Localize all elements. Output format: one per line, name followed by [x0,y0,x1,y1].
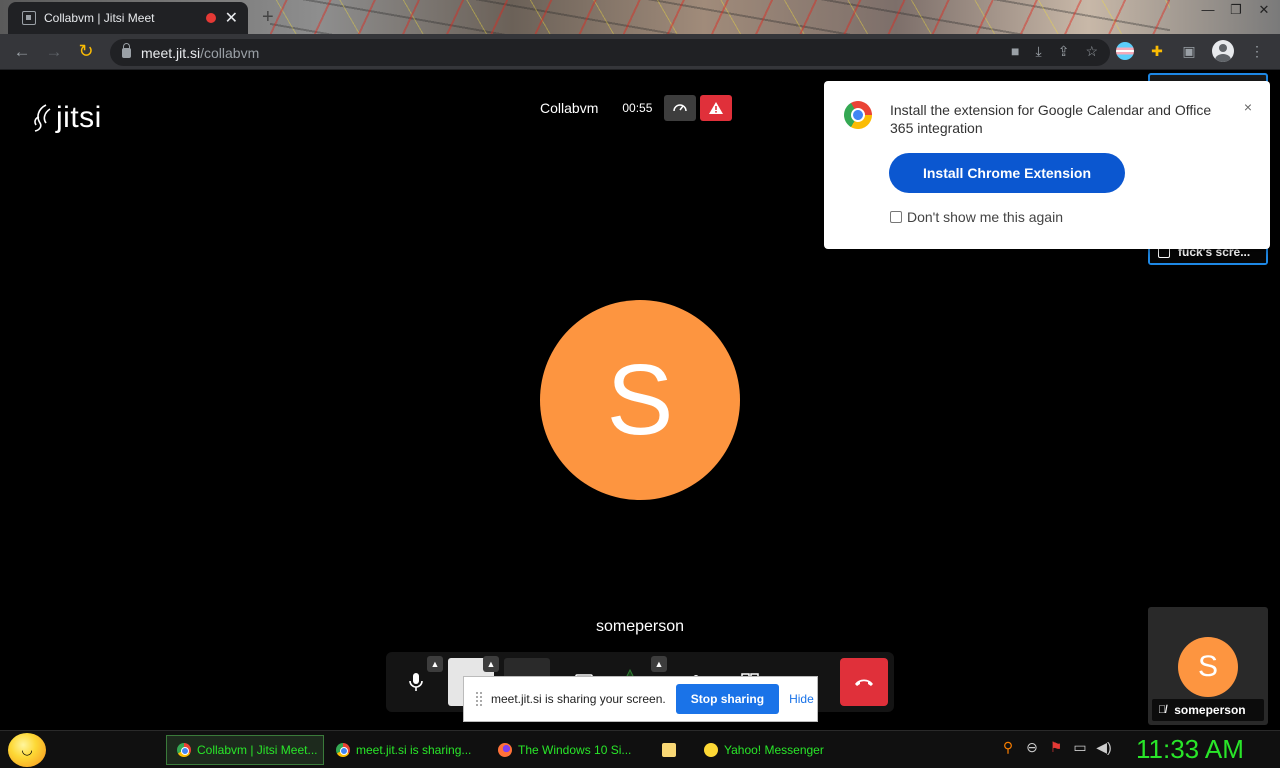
folder-icon [662,743,676,757]
local-avatar: S [1178,637,1238,697]
url-path: /collabvm [200,44,260,61]
install-extension-button[interactable]: Install Chrome Extension [889,153,1125,193]
jitsi-favicon-icon [22,11,36,25]
local-video-tile[interactable]: S 🎙̸ someperson [1148,607,1268,725]
extension-icon[interactable]: ✚ [1148,42,1166,60]
taskbar-item[interactable]: The Windows 10 Si... [488,735,642,765]
tab-title: Collabvm | Jitsi Meet [44,11,155,25]
meeting-timer: 00:55 [622,101,653,115]
meeting-header: Collabvm 00:55 [540,95,733,121]
new-tab-icon[interactable]: + [262,6,274,29]
recording-dot-icon [206,13,216,23]
browser-tab[interactable]: Collabvm | Jitsi Meet ✕ [8,2,248,34]
reactions-chevron-icon[interactable]: ▲ [651,656,667,672]
menu-icon[interactable]: ⋮ [1248,42,1266,60]
sharing-message: meet.jit.si is sharing your screen. [491,692,666,706]
restore-icon[interactable]: ❐ [1228,2,1244,18]
start-smiley-icon[interactable]: ◡ [8,733,46,767]
browser-toolbar: ← → ↻ meet.jit.si/collabvm ■ ⤓ ⇪ ☆ ✚ ▣ ⋮ [0,34,1280,70]
window-controls: — ❐ ✕ [1200,2,1272,18]
dominant-speaker-avatar: S [540,300,740,500]
address-bar[interactable]: meet.jit.si/collabvm ■ ⤓ ⇪ ☆ [110,39,1110,66]
window-close-icon[interactable]: ✕ [1256,2,1272,18]
speaker-stats-button[interactable] [664,95,697,121]
chrome-icon [177,743,191,757]
profile-icon[interactable] [1212,40,1234,62]
microphone-icon [409,673,423,691]
firefox-icon [498,743,512,757]
camera-icon[interactable]: ■ [1011,43,1019,60]
gauge-icon [673,104,688,112]
hangup-icon [855,679,873,686]
meeting-stage: jitsi Collabvm 00:55 S someperson fuck's… [0,71,1280,730]
jitsi-mark-icon [34,104,51,132]
taskbar-item[interactable] [652,735,690,765]
jitsi-logo[interactable]: jitsi [32,101,102,135]
taskbar-item-label: The Windows 10 Si... [518,743,632,757]
action-center-icon[interactable]: ⚑ [1048,739,1064,755]
taskbar-item-label: meet.jit.si is sharing... [356,743,472,757]
reload-icon[interactable]: ↻ [70,41,102,62]
clock[interactable]: 11:33 AM [1136,734,1256,765]
meeting-name: Collabvm [540,100,599,116]
chrome-icon [336,743,350,757]
flag-extension-icon[interactable] [1116,42,1134,60]
volume-icon[interactable]: ◀) [1096,739,1112,755]
dont-show-again[interactable]: Don't show me this again [890,209,1063,225]
connection-warning-button[interactable] [700,95,733,121]
taskbar-item[interactable]: Collabvm | Jitsi Meet... [166,735,324,765]
taskbar-item-label: Yahoo! Messenger [724,743,824,757]
taskbar-item[interactable]: Yahoo! Messenger [694,735,852,765]
yahoo-icon [704,743,718,757]
mic-muted-icon: 🎙̸ [1158,704,1167,716]
screen-sharing-bar: meet.jit.si is sharing your screen. Stop… [463,676,818,722]
taskbar: ◡ Collabvm | Jitsi Meet... meet.jit.si i… [0,730,1280,768]
search-icon[interactable]: ⚲ [1000,739,1016,755]
dominant-speaker-name: someperson [595,618,685,635]
hangup-button[interactable] [840,658,888,706]
video-options-chevron-icon[interactable]: ▲ [483,656,499,672]
share-icon[interactable]: ⇪ [1058,43,1070,60]
screen: Collabvm | Jitsi Meet ✕ + — ❐ ✕ ← → ↻ me… [0,0,1280,768]
chrome-logo-icon [838,95,878,135]
back-icon[interactable]: ← [6,42,38,62]
forward-icon[interactable]: → [38,42,70,62]
network-icon[interactable]: ▭ [1072,739,1088,755]
warning-icon [709,102,724,114]
drag-handle-icon[interactable] [476,692,482,706]
stop-sharing-button[interactable]: Stop sharing [675,684,780,714]
local-name-label: 🎙̸ someperson [1152,699,1264,721]
lock-icon[interactable] [122,42,131,58]
star-icon[interactable]: ☆ [1085,43,1098,60]
sidepanel-icon[interactable]: ▣ [1180,42,1198,60]
popup-message: Install the extension for Google Calenda… [890,102,1212,136]
wallpaper-graffiti [270,0,1170,34]
taskbar-item[interactable]: meet.jit.si is sharing... [326,735,484,765]
messenger-tray-icon[interactable]: ⊖ [1024,739,1040,755]
local-name: someperson [1174,703,1246,717]
extension-popup: Install the extension for Google Calenda… [824,81,1270,249]
hide-link[interactable]: Hide [789,692,814,706]
logo-text: jitsi [56,101,102,134]
url-host: meet.jit.si [141,44,201,61]
install-icon[interactable]: ⤓ [1036,43,1042,60]
tab-close-icon[interactable]: ✕ [225,8,238,28]
dont-show-checkbox[interactable] [890,211,902,223]
taskbar-item-label: Collabvm | Jitsi Meet... [197,743,318,757]
system-tray: ⚲ ⊖ ⚑ ▭ ◀) [1000,739,1112,755]
popup-close-icon[interactable]: × [1244,99,1252,115]
minimize-icon[interactable]: — [1200,2,1216,18]
audio-options-chevron-icon[interactable]: ▲ [427,656,443,672]
browser-titlebar: Collabvm | Jitsi Meet ✕ + — ❐ ✕ [0,0,1280,34]
dont-show-label: Don't show me this again [907,209,1063,225]
